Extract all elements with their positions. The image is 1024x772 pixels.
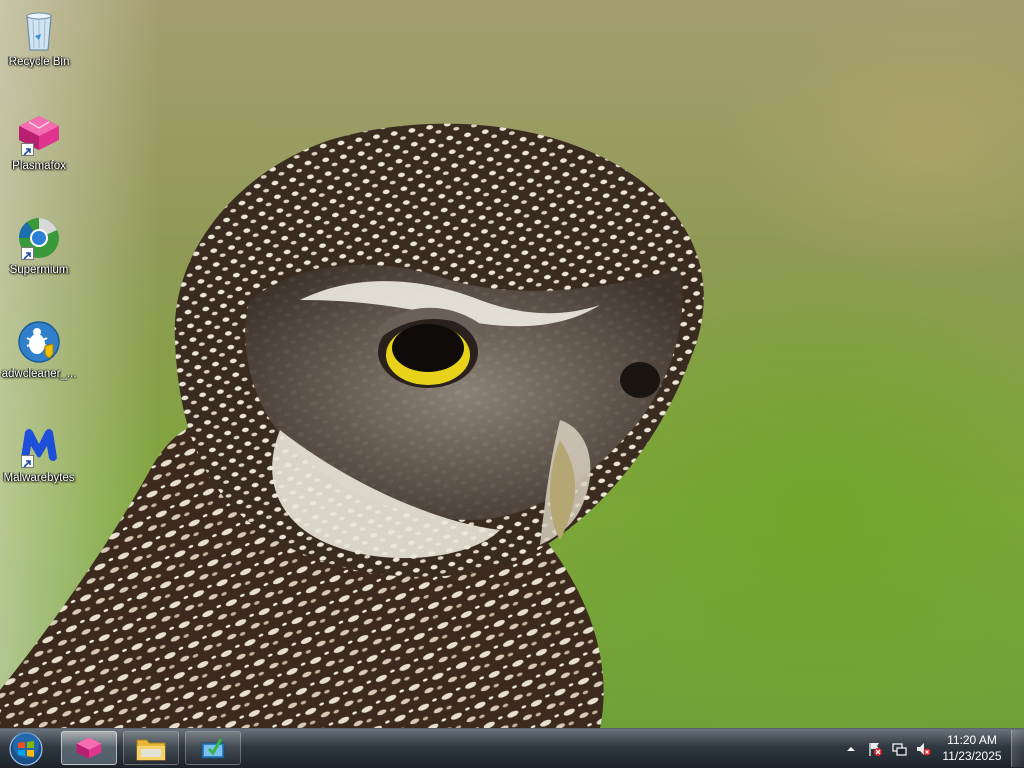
desktop-icon-recycle-bin[interactable]: Recycle Bin bbox=[0, 6, 78, 69]
show-desktop-button[interactable] bbox=[1011, 730, 1024, 767]
shortcut-arrow-icon bbox=[21, 455, 34, 468]
desktop-icon-adwcleaner[interactable]: adwcleaner_... bbox=[0, 318, 78, 381]
owl-photo bbox=[0, 123, 704, 728]
clock-time: 11:20 AM bbox=[947, 733, 997, 747]
taskbar-clock[interactable]: 11:20 AM 11/23/2025 bbox=[936, 732, 1008, 764]
installer-icon bbox=[201, 738, 225, 759]
plasmafox-icon bbox=[76, 737, 102, 759]
show-hidden-icons-chevron[interactable] bbox=[843, 741, 859, 757]
action-center-flag-icon[interactable] bbox=[867, 741, 883, 757]
desktop-icon-label: Recycle Bin bbox=[8, 56, 70, 68]
shortcut-arrow-icon bbox=[21, 247, 34, 260]
desktop-icon-label: adwcleaner_... bbox=[1, 368, 77, 380]
plasmafox-icon bbox=[15, 110, 63, 158]
folder-icon bbox=[136, 739, 166, 761]
malwarebytes-icon bbox=[15, 422, 63, 470]
desktop-icon-malwarebytes[interactable]: Malwarebytes bbox=[0, 422, 78, 485]
desktop-icon-plasmafox[interactable]: Plasmafox bbox=[0, 110, 78, 173]
start-button[interactable] bbox=[4, 731, 48, 767]
windows-start-orb-icon bbox=[9, 732, 43, 766]
desktop-wallpaper bbox=[0, 0, 1024, 728]
clock-date: 11/23/2025 bbox=[942, 749, 1002, 763]
desktop-icon-supermium[interactable]: Supermium bbox=[0, 214, 78, 277]
desktop-icon-label: Plasmafox bbox=[12, 160, 66, 172]
adwcleaner-icon bbox=[15, 318, 63, 366]
shortcut-arrow-icon bbox=[21, 143, 34, 156]
supermium-icon bbox=[15, 214, 63, 262]
taskbar-button-installer[interactable] bbox=[185, 731, 241, 765]
recycle-bin-icon bbox=[15, 6, 63, 54]
taskbar: 11:20 AM 11/23/2025 bbox=[0, 728, 1024, 768]
network-icon[interactable] bbox=[891, 741, 907, 757]
desktop-icon-label: Supermium bbox=[9, 264, 69, 276]
taskbar-button-plasmafox[interactable] bbox=[61, 731, 117, 765]
desktop-icon-label: Malwarebytes bbox=[3, 472, 75, 484]
volume-muted-icon[interactable] bbox=[915, 741, 931, 757]
taskbar-button-explorer[interactable] bbox=[123, 731, 179, 765]
